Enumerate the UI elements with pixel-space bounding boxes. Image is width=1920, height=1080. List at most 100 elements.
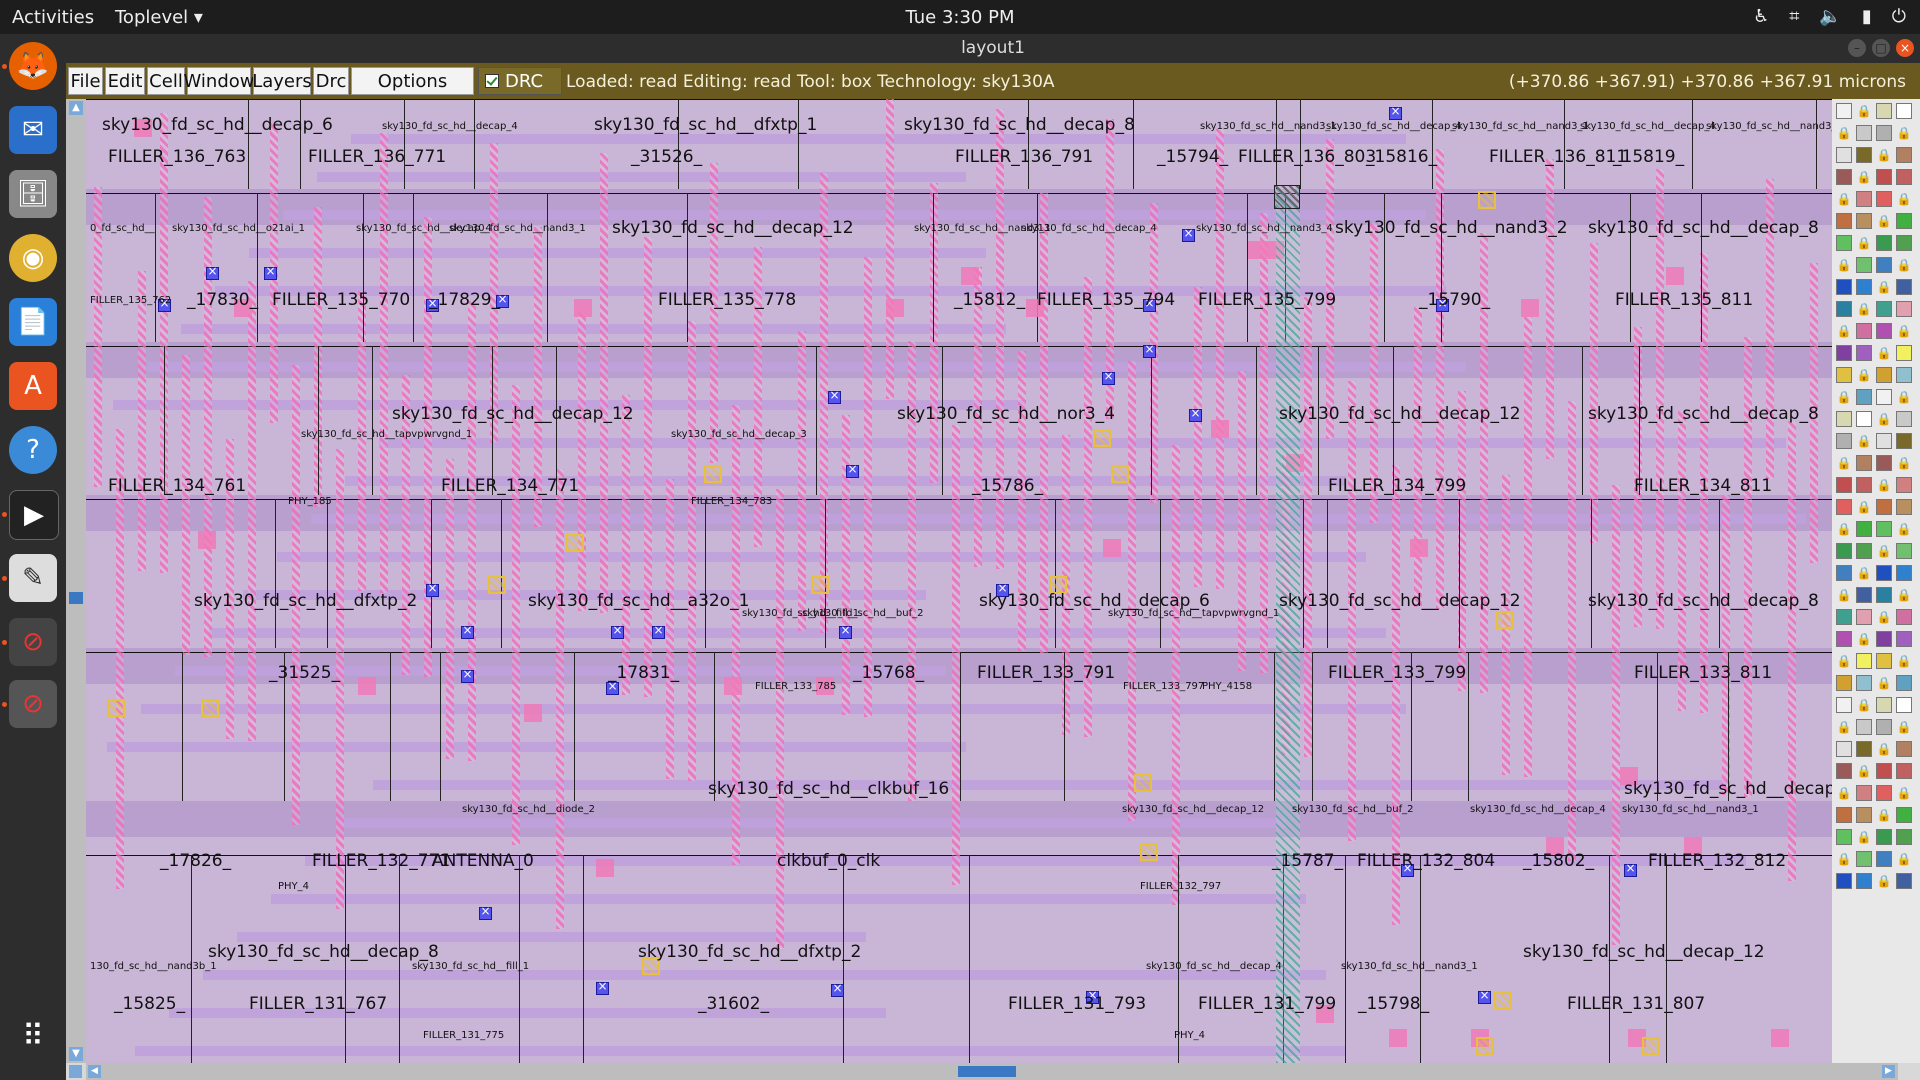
layer-swatch[interactable] [1876,323,1892,339]
layer-lock-icon[interactable]: 🔒 [1856,499,1872,515]
writer-icon[interactable]: 📄 [9,298,57,346]
layer-swatch[interactable] [1836,103,1852,119]
layer-swatch[interactable] [1836,367,1852,383]
layer-swatch[interactable] [1876,257,1892,273]
layer-lock-icon[interactable]: 🔒 [1876,477,1892,493]
layer-swatch[interactable] [1896,565,1912,581]
layer-swatch[interactable] [1876,103,1892,119]
firefox-icon[interactable]: 🦊 [9,42,57,90]
layer-lock-icon[interactable]: 🔒 [1836,851,1852,867]
menu-drc[interactable]: Drc [313,67,349,95]
layer-swatch[interactable] [1836,697,1852,713]
layer-swatch[interactable] [1876,521,1892,537]
layer-swatch[interactable] [1896,499,1912,515]
layer-swatch[interactable] [1876,191,1892,207]
layer-lock-icon[interactable]: 🔒 [1876,279,1892,295]
layer-swatch[interactable] [1856,411,1872,427]
layer-swatch[interactable] [1856,653,1872,669]
maximize-icon[interactable]: □ [1872,39,1890,57]
layer-swatch[interactable] [1836,543,1852,559]
layer-swatch[interactable] [1836,213,1852,229]
layer-swatch[interactable] [1836,301,1852,317]
close-icon[interactable]: × [1896,39,1914,57]
layer-swatch[interactable] [1876,719,1892,735]
layer-swatch[interactable] [1876,455,1892,471]
layer-lock-icon[interactable]: 🔒 [1876,675,1892,691]
layer-swatch[interactable] [1856,191,1872,207]
layer-swatch[interactable] [1896,609,1912,625]
files-icon[interactable]: 🗄 [9,170,57,218]
layer-swatch[interactable] [1896,169,1912,185]
layer-swatch[interactable] [1896,367,1912,383]
horizontal-scroll-thumb[interactable] [958,1066,1016,1077]
layer-swatch[interactable] [1856,345,1872,361]
battery-icon[interactable]: ▮ [1862,6,1872,27]
scroll-up-icon[interactable]: ▲ [69,101,83,115]
layer-lock-icon[interactable]: 🔒 [1876,609,1892,625]
layer-swatch[interactable] [1856,851,1872,867]
layer-lock-icon[interactable]: 🔒 [1836,785,1852,801]
layer-lock-icon[interactable]: 🔒 [1836,521,1852,537]
software-icon[interactable]: A [9,362,57,410]
layer-swatch[interactable] [1856,455,1872,471]
layer-swatch[interactable] [1836,147,1852,163]
layer-swatch[interactable] [1856,609,1872,625]
layer-swatch[interactable] [1876,631,1892,647]
volume-icon[interactable]: 🔈 [1819,6,1841,27]
layout-canvas[interactable]: sky130_fd_sc_hd__decap_6 sky130_fd_sc_hd_… [86,99,1898,1063]
layer-swatch[interactable] [1896,477,1912,493]
layer-lock-icon[interactable]: 🔒 [1896,653,1912,669]
layer-swatch[interactable] [1836,279,1852,295]
menu-cell[interactable]: Cell [147,67,185,95]
layer-swatch[interactable] [1856,543,1872,559]
layer-swatch[interactable] [1896,345,1912,361]
layer-swatch[interactable] [1896,103,1912,119]
text-editor-icon[interactable]: ✎ [9,554,57,602]
layer-swatch[interactable] [1876,433,1892,449]
layer-swatch[interactable] [1896,675,1912,691]
rhythmbox-icon[interactable]: ◉ [9,234,57,282]
layer-lock-icon[interactable]: 🔒 [1856,763,1872,779]
layer-swatch[interactable] [1836,631,1852,647]
layer-palette[interactable]: 🔒 🔒 🔒 🔒 🔒 🔒 🔒 🔒 🔒 🔒 🔒 🔒 🔒 🔒 🔒 🔒 🔒 🔒 🔒 🔒 🔒 🔒 🔒 🔒 🔒 🔒 🔒 🔒 🔒 🔒 🔒 🔒 🔒 🔒 🔒 🔒 🔒 🔒 🔒 🔒… [1832,99,1920,1063]
layer-lock-icon[interactable]: 🔒 [1876,147,1892,163]
window-titlebar[interactable]: layout1 – □ × [66,34,1920,63]
layer-swatch[interactable] [1856,873,1872,889]
menu-window[interactable]: Window [184,67,255,95]
menu-layers[interactable]: Layers [252,67,312,95]
layer-lock-icon[interactable]: 🔒 [1856,565,1872,581]
power-menu-icon[interactable]: ⏻ [1892,6,1906,27]
layer-swatch[interactable] [1856,785,1872,801]
layer-lock-icon[interactable]: 🔒 [1896,257,1912,273]
layer-lock-icon[interactable]: 🔒 [1876,213,1892,229]
layer-lock-icon[interactable]: 🔒 [1876,873,1892,889]
scroll-down-icon[interactable]: ▼ [69,1047,83,1061]
layer-swatch[interactable] [1876,565,1892,581]
layer-swatch[interactable] [1896,213,1912,229]
vertical-scroll-thumb[interactable] [69,592,83,604]
layer-swatch[interactable] [1896,301,1912,317]
layer-swatch[interactable] [1836,741,1852,757]
layer-swatch[interactable] [1856,741,1872,757]
layer-lock-icon[interactable]: 🔒 [1856,103,1872,119]
minimize-icon[interactable]: – [1848,39,1866,57]
layer-swatch[interactable] [1896,543,1912,559]
layer-swatch[interactable] [1836,829,1852,845]
layer-lock-icon[interactable]: 🔒 [1836,389,1852,405]
layer-swatch[interactable] [1876,763,1892,779]
layer-swatch[interactable] [1856,521,1872,537]
layer-swatch[interactable] [1856,587,1872,603]
layer-lock-icon[interactable]: 🔒 [1836,455,1852,471]
layer-swatch[interactable] [1836,807,1852,823]
layer-lock-icon[interactable]: 🔒 [1876,411,1892,427]
layer-swatch[interactable] [1896,433,1912,449]
layer-swatch[interactable] [1856,477,1872,493]
thunderbird-icon[interactable]: ✉ [9,106,57,154]
layer-swatch[interactable] [1896,147,1912,163]
layer-swatch[interactable] [1856,389,1872,405]
layer-swatch[interactable] [1876,851,1892,867]
layer-swatch[interactable] [1836,763,1852,779]
layer-swatch[interactable] [1876,235,1892,251]
scroll-right-icon[interactable]: ▶ [1882,1065,1895,1078]
layer-lock-icon[interactable]: 🔒 [1876,543,1892,559]
